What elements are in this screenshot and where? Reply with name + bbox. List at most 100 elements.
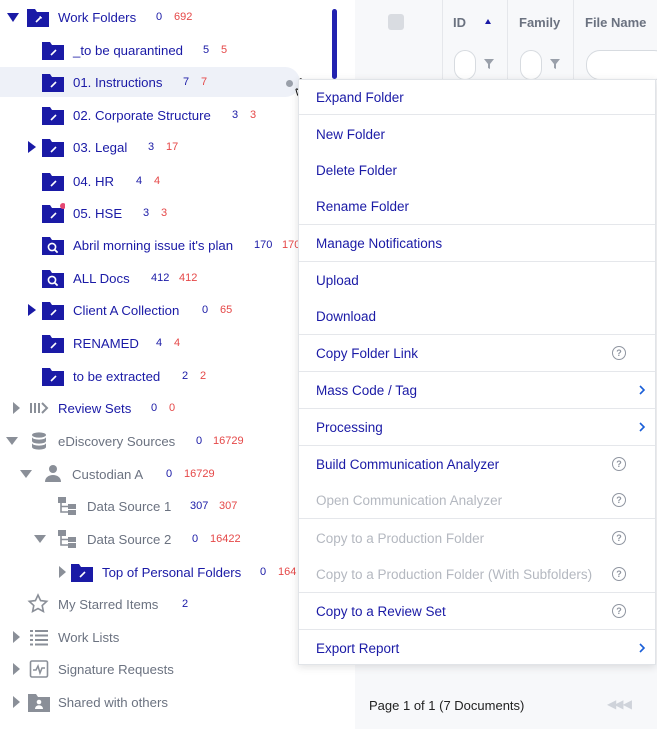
more-options-icon[interactable] [286, 80, 293, 87]
column-header-file-name[interactable]: File Name [585, 15, 646, 30]
menu-item-copy-folder-link[interactable]: Copy Folder Link? [299, 338, 655, 368]
tree-item-04-hr[interactable]: 04. HR 4 4 [0, 166, 340, 196]
tree-item-client-a-collection[interactable]: Client A Collection 0 65 [0, 295, 340, 325]
select-all-checkbox[interactable] [388, 14, 404, 30]
count-secondary: 3 [250, 109, 257, 121]
count-secondary: 16729 [213, 435, 244, 447]
menu-item-delete-folder[interactable]: Delete Folder [299, 155, 655, 185]
signature-icon [28, 658, 52, 680]
id-filter-input[interactable] [454, 50, 476, 80]
help-icon[interactable]: ? [612, 567, 626, 581]
expand-caret-icon[interactable] [10, 695, 22, 709]
expand-caret-icon[interactable] [56, 565, 68, 579]
list-icon [28, 626, 52, 648]
chevron-right-icon [639, 385, 646, 395]
count-primary: 4 [156, 337, 163, 349]
file-name-filter-input[interactable] [586, 50, 657, 80]
family-filter-input[interactable] [520, 50, 542, 80]
sort-ascending-icon[interactable] [485, 19, 491, 24]
help-icon[interactable]: ? [612, 493, 626, 507]
search-folder-icon [41, 234, 65, 256]
menu-separator [299, 592, 655, 593]
count-primary: 307 [190, 500, 209, 512]
tree-item-label: Top of Personal Folders [102, 564, 242, 580]
count-primary: 0 [202, 304, 209, 316]
menu-item-manage-notifications[interactable]: Manage Notifications [299, 228, 655, 258]
tree-item-review-sets[interactable]: Review Sets 0 0 [0, 393, 340, 423]
menu-separator [299, 261, 655, 262]
folder-tree: Work Folders 0 692 _to be quarantined 5 … [0, 0, 345, 729]
count-primary: 170 [254, 239, 273, 251]
tree-scrollbar[interactable] [332, 9, 337, 79]
tree-item-my-starred-items[interactable]: My Starred Items 2 [0, 589, 340, 619]
expand-caret-icon[interactable] [34, 532, 46, 546]
tree-item-to-be-quarantined[interactable]: _to be quarantined 5 5 [0, 35, 340, 65]
folder-icon [70, 561, 94, 583]
menu-separator [299, 445, 655, 446]
count-secondary: 4 [154, 175, 161, 187]
tree-item-05-hse[interactable]: 05. HSE 3 3 [0, 198, 340, 228]
tree-item-02-corporate-structure[interactable]: 02. Corporate Structure 3 3 [0, 100, 340, 130]
expand-caret-icon[interactable] [10, 401, 22, 415]
tree-item-01-instructions[interactable]: 01. Instructions 7 7 [0, 67, 300, 97]
count-secondary: 17 [166, 141, 179, 153]
menu-item-open-communication-analyzer: Open Communication Analyzer? [299, 485, 655, 515]
tree-item-label: Custodian A [72, 466, 144, 482]
column-header-family[interactable]: Family [519, 15, 560, 30]
folder-icon [41, 332, 65, 354]
menu-item-new-folder[interactable]: New Folder [299, 119, 655, 149]
tree-item-label: Data Source 2 [87, 531, 172, 547]
help-icon[interactable]: ? [612, 457, 626, 471]
tree-item-data-source-2[interactable]: Data Source 2 0 16422 [0, 524, 340, 554]
help-icon[interactable]: ? [612, 346, 626, 360]
filter-icon[interactable] [549, 58, 561, 70]
expand-caret-icon[interactable] [6, 434, 18, 448]
filter-icon[interactable] [483, 58, 495, 70]
count-secondary: 0 [169, 402, 176, 414]
tree-item-shared-with-others[interactable]: Shared with others [0, 687, 340, 717]
folder-icon [41, 365, 65, 387]
expand-caret-icon[interactable] [7, 10, 19, 24]
tree-item-data-source-1[interactable]: Data Source 1 307 307 [0, 491, 340, 521]
tree-item-work-folders[interactable]: Work Folders 0 692 [0, 2, 340, 32]
tree-item-label: Data Source 1 [87, 498, 172, 514]
menu-item-download[interactable]: Download [299, 301, 655, 331]
help-icon[interactable]: ? [612, 531, 626, 545]
tree-item-top-of-personal-folders[interactable]: Top of Personal Folders 0 164 [0, 557, 340, 587]
menu-item-copy-to-review-set[interactable]: Copy to a Review Set? [299, 596, 655, 626]
tree-item-label: ALL Docs [73, 270, 130, 286]
menu-item-upload[interactable]: Upload [299, 265, 655, 295]
count-secondary: 16422 [210, 533, 241, 545]
menu-item-mass-code-tag[interactable]: Mass Code / Tag [299, 375, 655, 405]
tree-item-signature-requests[interactable]: Signature Requests [0, 654, 340, 684]
expand-caret-icon[interactable] [10, 662, 22, 676]
tree-item-ediscovery-sources[interactable]: eDiscovery Sources 0 16729 [0, 426, 340, 456]
column-header-id[interactable]: ID [453, 15, 466, 30]
menu-item-build-communication-analyzer[interactable]: Build Communication Analyzer? [299, 449, 655, 479]
menu-item-export-report[interactable]: Export Report [299, 633, 655, 663]
menu-item-expand-folder[interactable]: Expand Folder [299, 82, 655, 112]
expand-caret-icon[interactable] [20, 467, 32, 481]
menu-separator [299, 408, 655, 409]
menu-item-copy-to-production-folder-with-subfolders: Copy to a Production Folder (With Subfol… [299, 559, 655, 589]
expand-caret-icon[interactable] [10, 630, 22, 644]
data-source-icon [56, 495, 80, 517]
tree-item-label: eDiscovery Sources [58, 433, 176, 449]
expand-caret-icon[interactable] [26, 140, 38, 154]
count-primary: 2 [182, 370, 189, 382]
count-primary: 0 [156, 11, 163, 23]
menu-item-processing[interactable]: Processing [299, 412, 655, 442]
tree-item-abril-morning[interactable]: Abril morning issue it's plan 170 170 [0, 230, 340, 260]
tree-item-custodian-a[interactable]: Custodian A 0 16729 [0, 459, 340, 489]
tree-item-to-be-extracted[interactable]: to be extracted 2 2 [0, 361, 340, 391]
tree-item-work-lists[interactable]: Work Lists [0, 622, 340, 652]
expand-caret-icon[interactable] [26, 303, 38, 317]
first-page-icon[interactable]: ◀◀ ◀ [607, 697, 632, 711]
tree-item-all-docs[interactable]: ALL Docs 412 412 [0, 263, 340, 293]
count-secondary: 412 [179, 272, 198, 284]
help-icon[interactable]: ? [612, 604, 626, 618]
tree-item-label: 03. Legal [73, 139, 128, 155]
tree-item-renamed[interactable]: RENAMED 4 4 [0, 328, 340, 358]
menu-item-rename-folder[interactable]: Rename Folder [299, 191, 655, 221]
tree-item-03-legal[interactable]: 03. Legal 3 17 [0, 132, 340, 162]
